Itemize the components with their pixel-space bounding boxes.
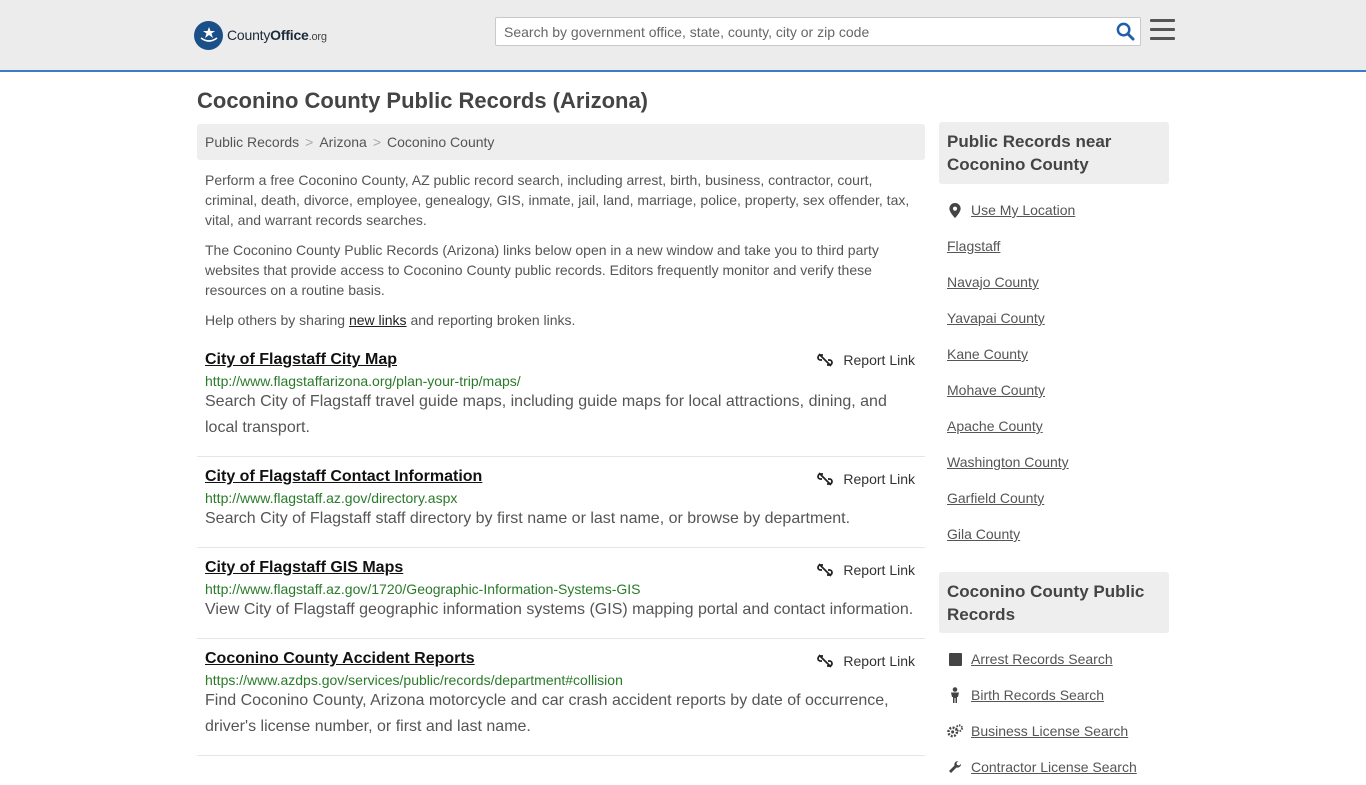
sidebar-near-item: Garfield County — [947, 480, 1075, 516]
near-link-yavapai-county[interactable]: Yavapai County — [947, 310, 1045, 326]
sidebar-record-item: Birth Records Search — [947, 677, 1137, 713]
logo-wordmark: CountyOffice.org — [227, 27, 327, 43]
broken-link-icon — [817, 472, 834, 486]
person-icon — [947, 687, 963, 703]
record-url: http://www.flagstaffarizona.org/plan-you… — [205, 373, 521, 389]
sidebar-near-item: Kane County — [947, 336, 1075, 372]
search-input[interactable] — [496, 18, 1110, 45]
page-title: Coconino County Public Records (Arizona) — [197, 88, 649, 113]
record-description: View City of Flagstaff geographic inform… — [205, 601, 914, 618]
record-description: Search City of Flagstaff staff directory… — [205, 510, 851, 527]
near-link-mohave-county[interactable]: Mohave County — [947, 382, 1045, 398]
report-link-button[interactable]: Report Link — [817, 562, 915, 578]
record-title-link[interactable]: City of Flagstaff GIS Maps — [205, 559, 403, 577]
sidebar-near-item: Apache County — [947, 408, 1075, 444]
sidebar-record-item: Business License Search — [947, 713, 1137, 749]
intro-paragraph-2: The Coconino County Public Records (Ariz… — [205, 242, 879, 298]
sidebar-near-item: Flagstaff — [947, 228, 1075, 264]
near-link-kane-county[interactable]: Kane County — [947, 346, 1028, 362]
record-item: Coconino County Accident Reports Report … — [197, 639, 925, 756]
record-item: City of Flagstaff Contact Information Re… — [197, 457, 925, 548]
logo-emblem-icon — [194, 20, 223, 50]
search-icon — [1116, 22, 1135, 41]
record-item: City of Flagstaff City Map Report Link h… — [197, 348, 925, 457]
breadcrumb-public-records[interactable]: Public Records — [205, 134, 299, 150]
intro-paragraph-3: Help others by sharing new links and rep… — [205, 312, 576, 328]
square-icon — [947, 652, 963, 666]
arrest-records-link[interactable]: Arrest Records Search — [971, 651, 1113, 667]
broken-link-icon — [817, 563, 834, 577]
sidebar-near-heading: Public Records near Coconino County — [939, 122, 1169, 184]
hamburger-menu-icon[interactable] — [1150, 19, 1175, 42]
near-link-garfield-county[interactable]: Garfield County — [947, 490, 1044, 506]
search-bar — [495, 17, 1141, 46]
sidebar-near-list: Use My Location Flagstaff Navajo County … — [947, 192, 1075, 552]
gears-icon — [947, 724, 963, 738]
sidebar-near-item: Gila County — [947, 516, 1075, 552]
record-url: http://www.flagstaff.az.gov/1720/Geograp… — [205, 581, 641, 597]
sidebar-record-item: Contractor License Search — [947, 749, 1137, 785]
sidebar-near-item: Washington County — [947, 444, 1075, 480]
near-link-gila-county[interactable]: Gila County — [947, 526, 1020, 542]
record-item: City of Flagstaff GIS Maps Report Link h… — [197, 548, 925, 639]
new-links-link[interactable]: new links — [349, 312, 407, 328]
use-location-item: Use My Location — [947, 192, 1075, 228]
sidebar-records-list: Arrest Records Search Birth Records Sear… — [947, 641, 1137, 785]
site-logo[interactable]: CountyOffice.org — [194, 20, 327, 50]
records-list: City of Flagstaff City Map Report Link h… — [197, 348, 925, 756]
contractor-license-link[interactable]: Contractor License Search — [971, 759, 1137, 775]
near-link-washington-county[interactable]: Washington County — [947, 454, 1069, 470]
record-title-link[interactable]: City of Flagstaff Contact Information — [205, 468, 482, 486]
report-link-button[interactable]: Report Link — [817, 653, 915, 669]
record-title-link[interactable]: Coconino County Accident Reports — [205, 650, 475, 668]
record-description: Search City of Flagstaff travel guide ma… — [205, 393, 887, 436]
breadcrumb: Public Records > Arizona > Coconino County — [197, 124, 925, 160]
sidebar-near-item: Navajo County — [947, 264, 1075, 300]
record-title-link[interactable]: City of Flagstaff City Map — [205, 351, 397, 369]
near-link-apache-county[interactable]: Apache County — [947, 418, 1043, 434]
search-button[interactable] — [1110, 18, 1140, 45]
near-link-flagstaff[interactable]: Flagstaff — [947, 238, 1000, 254]
breadcrumb-separator: > — [372, 134, 381, 150]
report-link-button[interactable]: Report Link — [817, 352, 915, 368]
wrench-icon — [947, 760, 963, 774]
sidebar-near-item: Mohave County — [947, 372, 1075, 408]
use-my-location-link[interactable]: Use My Location — [971, 202, 1075, 218]
record-description: Find Coconino County, Arizona motorcycle… — [205, 692, 889, 735]
business-license-link[interactable]: Business License Search — [971, 723, 1128, 739]
breadcrumb-coconino-county[interactable]: Coconino County — [387, 134, 494, 150]
broken-link-icon — [817, 654, 834, 668]
near-link-navajo-county[interactable]: Navajo County — [947, 274, 1039, 290]
breadcrumb-separator: > — [305, 134, 314, 150]
sidebar-record-item: Arrest Records Search — [947, 641, 1137, 677]
breadcrumb-arizona[interactable]: Arizona — [319, 134, 366, 150]
record-url: http://www.flagstaff.az.gov/directory.as… — [205, 490, 458, 506]
sidebar-records-heading: Coconino County Public Records — [939, 572, 1169, 633]
intro-paragraph-1: Perform a free Coconino County, AZ publi… — [205, 172, 910, 228]
report-link-button[interactable]: Report Link — [817, 471, 915, 487]
map-pin-icon — [947, 202, 963, 218]
birth-records-link[interactable]: Birth Records Search — [971, 687, 1104, 703]
sidebar-near-item: Yavapai County — [947, 300, 1075, 336]
top-bar: CountyOffice.org — [0, 0, 1366, 72]
broken-link-icon — [817, 353, 834, 367]
record-url: https://www.azdps.gov/services/public/re… — [205, 672, 623, 688]
